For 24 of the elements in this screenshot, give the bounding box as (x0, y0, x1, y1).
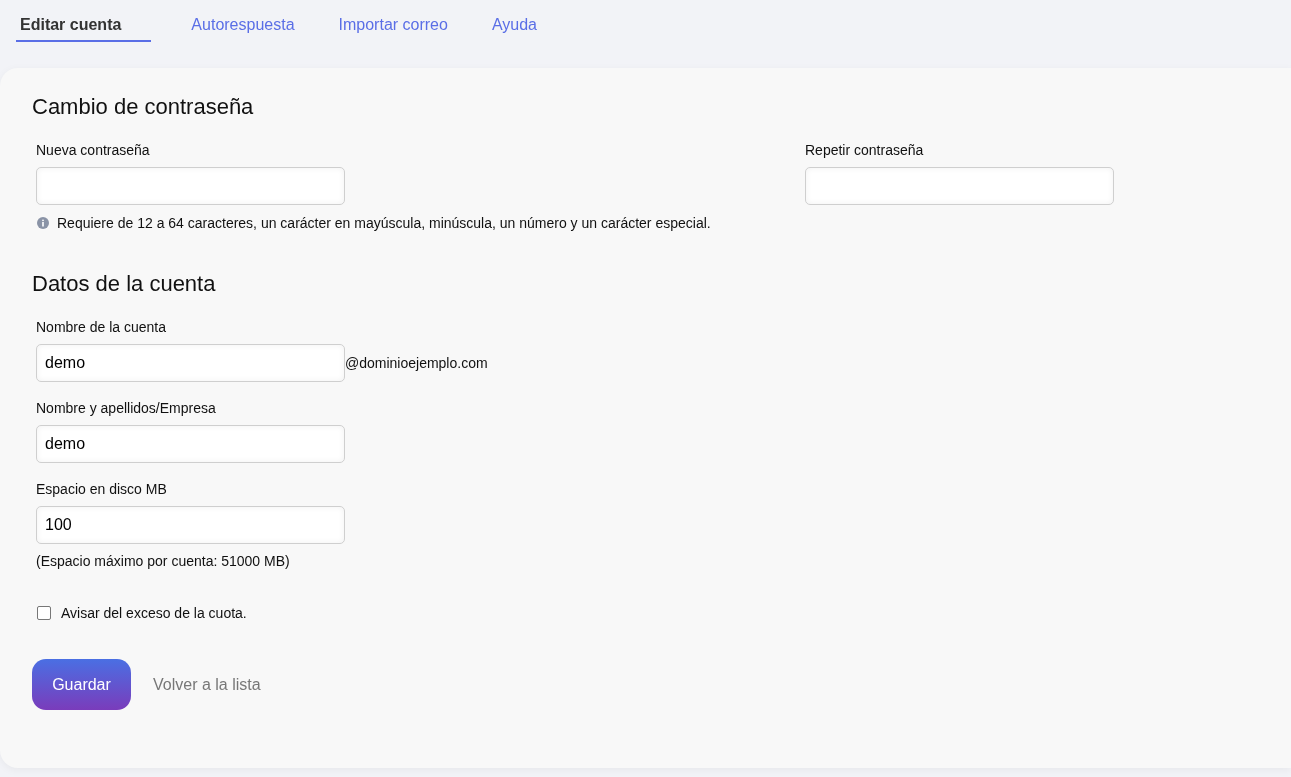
field-label: Repetir contraseña (805, 142, 925, 158)
field-label: Nueva contraseña (36, 142, 151, 158)
checkbox[interactable] (37, 606, 51, 620)
password-hint: Requiere de 12 a 64 caracteres, un carácter en mayúscula, minúscula, un número y un carácter especial. (57, 215, 711, 231)
field-label: Nombre y apellidos/Empresa (36, 400, 217, 416)
input-field[interactable]: demo (36, 344, 345, 382)
section-title: Datos de la cuenta (32, 271, 216, 297)
password-field[interactable] (36, 167, 345, 205)
input-field[interactable]: demo (36, 425, 345, 463)
info-icon (37, 217, 49, 229)
tab[interactable]: Ayuda (487, 14, 541, 42)
tab[interactable]: Importar correo (334, 14, 452, 42)
save-button[interactable]: Guardar (32, 659, 131, 710)
field-label: Espacio en disco MB (36, 481, 168, 497)
input-field[interactable]: 100 (36, 506, 345, 544)
checkbox-label: Avisar del exceso de la cuota. (61, 605, 247, 621)
field-note: (Espacio máximo por cuenta: 51000 MB) (36, 553, 291, 569)
tab[interactable]: Autorespuesta (187, 14, 299, 42)
section-title: Cambio de contraseña (32, 94, 254, 120)
field-label: Nombre de la cuenta (36, 319, 167, 335)
back-link[interactable]: Volver a la lista (153, 675, 261, 694)
tab[interactable]: Editar cuenta (16, 14, 152, 42)
password-field[interactable] (805, 167, 1114, 205)
domain-suffix: @dominioejemplo.com (345, 355, 488, 371)
